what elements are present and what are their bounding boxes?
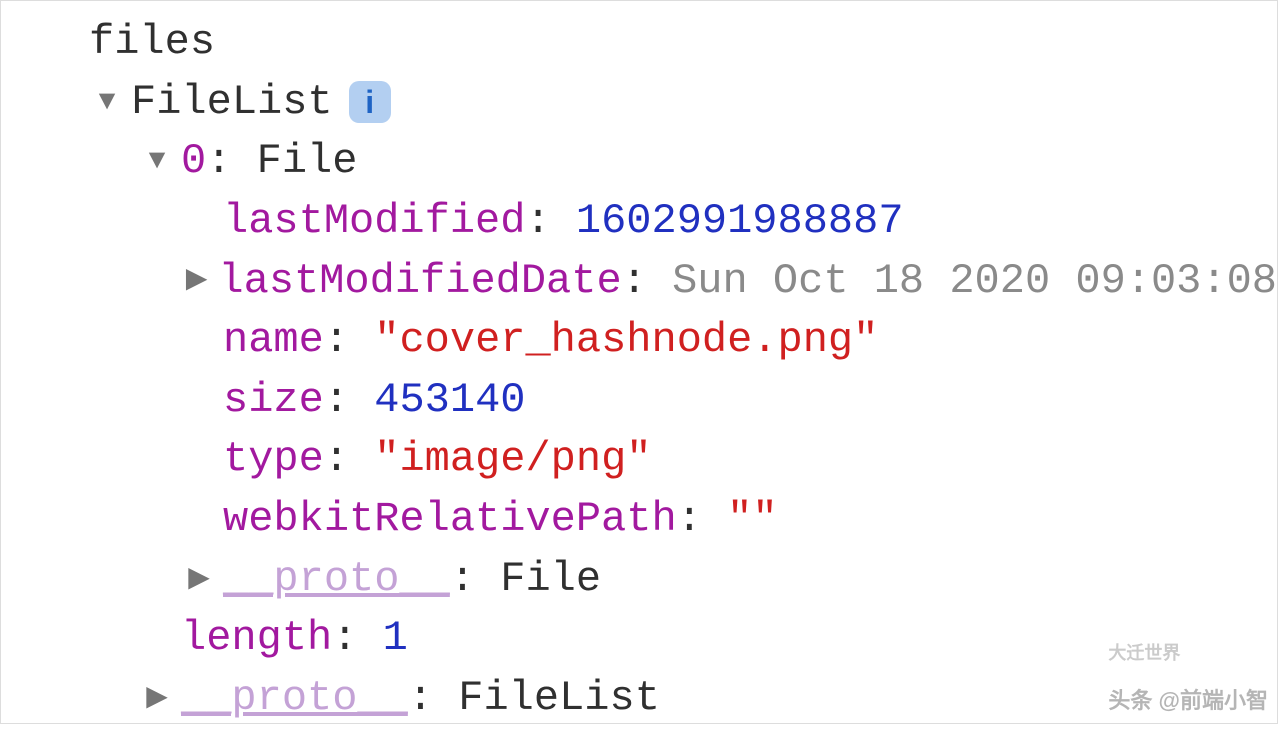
colon: : (622, 252, 672, 312)
prop-key: length (181, 609, 332, 669)
prop-key: size (223, 371, 324, 431)
prop-key: name (223, 311, 324, 371)
prop-value: 453140 (374, 371, 525, 431)
watermark-bottom: 头条 @前端小智 (1108, 685, 1268, 716)
prop-row: ▶ name : "cover_hashnode.png" (1, 311, 1277, 371)
prop-value: 1602991988887 (576, 192, 904, 252)
prop-row[interactable]: ▶ __proto__ : FileList (1, 669, 1277, 729)
type-label: FileList (131, 73, 333, 133)
chevron-down-icon[interactable]: ▼ (89, 83, 125, 123)
prop-key: lastModifiedDate (218, 252, 621, 312)
prop-value: FileList (458, 669, 660, 729)
chevron-down-icon[interactable]: ▼ (139, 142, 175, 182)
prop-key: type (223, 430, 324, 490)
colon: : (324, 311, 374, 371)
colon: : (332, 609, 382, 669)
prop-value: "" (727, 490, 777, 550)
prop-value: 1 (383, 609, 408, 669)
prop-value: "image/png" (374, 430, 651, 490)
colon: : (324, 430, 374, 490)
prop-value: "cover_hashnode.png" (374, 311, 878, 371)
colon: : (408, 669, 458, 729)
prop-row: ▶ size : 453140 (1, 371, 1277, 431)
colon: : (677, 490, 727, 550)
watermark: 大迁世界 头条 @前端小智 (1108, 641, 1268, 716)
prop-row[interactable]: ▶ lastModifiedDate : Sun Oct 18 2020 09:… (1, 252, 1277, 312)
prop-value: File (257, 132, 358, 192)
prop-value: File (500, 550, 601, 610)
colon: : (206, 132, 256, 192)
prop-value: Sun Oct 18 2020 09:03:08 (672, 252, 1277, 312)
file-entry-row[interactable]: ▼ 0 : File (1, 132, 1277, 192)
info-icon[interactable]: i (349, 81, 391, 123)
prop-row: ▶ length : 1 (1, 609, 1277, 669)
root-label: files (89, 13, 215, 73)
prop-row[interactable]: ▶ __proto__ : File (1, 550, 1277, 610)
root-label-row: files (1, 13, 1277, 73)
prop-key: webkitRelativePath (223, 490, 677, 550)
filelist-row[interactable]: ▼ FileList i (1, 73, 1277, 133)
prop-key: __proto__ (181, 669, 408, 729)
prop-key: lastModified (223, 192, 525, 252)
chevron-right-icon[interactable]: ▶ (181, 560, 217, 600)
colon: : (324, 371, 374, 431)
prop-row: ▶ type : "image/png" (1, 430, 1277, 490)
watermark-top: 大迁世界 (1108, 641, 1268, 667)
prop-row: ▶ lastModified : 1602991988887 (1, 192, 1277, 252)
prop-key: 0 (181, 132, 206, 192)
chevron-right-icon[interactable]: ▶ (139, 679, 175, 719)
colon: : (525, 192, 575, 252)
prop-row: ▶ webkitRelativePath : "" (1, 490, 1277, 550)
colon: : (450, 550, 500, 610)
chevron-right-icon[interactable]: ▶ (181, 261, 212, 301)
prop-key: __proto__ (223, 550, 450, 610)
